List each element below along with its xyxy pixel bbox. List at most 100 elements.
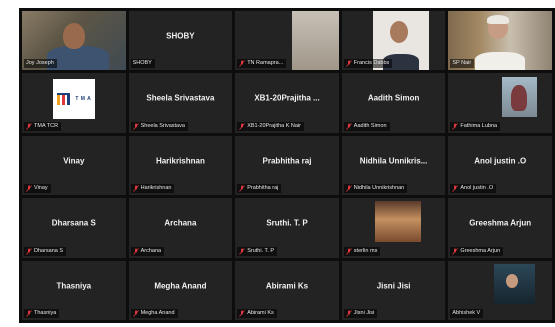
participant-tile-megha-anand[interactable]: Megha Anand Megha Anand: [128, 260, 233, 320]
participant-video: [292, 11, 339, 71]
participant-display-name: Nidhila Unnikris...: [359, 156, 428, 166]
participant-tile-nidhila-unnikrishnan[interactable]: Nidhila Unnikris... Nidhila Unnikrishnan: [341, 135, 446, 196]
participant-name-label: sterlin ms: [343, 246, 381, 256]
tma-logo-mark-icon: [57, 93, 71, 106]
participant-name-label: Anol justin .O: [450, 184, 497, 194]
participant-tile-harikrishnan[interactable]: Harikrishnan Harikrishnan: [128, 135, 233, 196]
participant-name: Harikrishnan: [140, 185, 172, 192]
participant-tile-francis-dabbs[interactable]: Francis Dabbs: [341, 11, 446, 71]
mic-muted-icon: [26, 123, 32, 130]
participant-name: Vinay: [34, 185, 48, 192]
participant-tile-aadith-simon[interactable]: Aadith Simon Aadith Simon: [341, 73, 446, 133]
participant-display-name: Aadith Simon: [367, 93, 420, 103]
participant-name: Nidhila Unnikrishnan: [353, 185, 405, 192]
participant-name: Anol justin .O: [460, 185, 494, 192]
participant-video: [493, 263, 536, 304]
participant-tile-tma-tcr[interactable]: T M A TMA TCR: [22, 73, 126, 133]
participant-tile-tn-ramapra[interactable]: TN Ramapra...: [235, 11, 339, 71]
mic-muted-icon: [452, 185, 459, 192]
participant-name: Dharsana S: [34, 247, 64, 254]
participant-name-label: SHOBY: [130, 59, 155, 69]
mic-muted-icon: [26, 247, 32, 255]
participant-name-label: XB1-20Prajitha K Nair: [237, 121, 304, 131]
participant-tile-anol-justin[interactable]: Anol justin .O Anol justin .O: [448, 135, 552, 196]
participant-name: Joy Joseph: [26, 60, 54, 67]
participant-display-name: Greeshma Arjun: [469, 218, 532, 228]
participant-display-name: Sheela Srivastava: [146, 93, 215, 103]
mic-muted-icon: [239, 310, 245, 317]
participant-name: Aadith Simon: [353, 122, 387, 129]
participant-tile-abirami-ks[interactable]: Abirami Ks Abirami Ks: [235, 260, 339, 320]
mic-muted-icon: [452, 123, 459, 130]
participant-name: TN Ramapra...: [247, 60, 284, 67]
mic-muted-icon: [345, 60, 352, 68]
participant-name-label: Francis Dabbs: [343, 59, 393, 69]
participant-display-name: Harikrishnan: [155, 156, 205, 166]
video-body: [475, 52, 526, 71]
tma-logo: T M A: [53, 79, 95, 120]
mic-muted-icon: [26, 310, 32, 317]
participant-display-name: Vinay: [63, 156, 85, 166]
participant-name-label: Nidhila Unnikrishnan: [343, 184, 408, 194]
mic-muted-icon: [26, 185, 32, 192]
participant-name-label: Harikrishnan: [130, 184, 175, 194]
participant-name: Sheela Srivastava: [140, 122, 185, 129]
participant-tile-archana[interactable]: Archana Archana: [128, 198, 233, 258]
participant-tile-dharsana-s[interactable]: Dharsana S Dharsana S: [22, 198, 126, 258]
participant-display-name: Jisni Jisi: [376, 281, 411, 291]
participant-tile-sp-nair[interactable]: SP Nair: [448, 11, 552, 71]
video-head: [389, 21, 408, 43]
participant-display-name: Thasniya: [56, 281, 92, 291]
screen: Joy Joseph SHOBY SHOBY TN Ramapra... Fra…: [0, 0, 555, 327]
participant-tile-fathima-lubna[interactable]: Fathima Lubna: [448, 73, 552, 133]
mic-muted-icon: [132, 185, 139, 192]
participant-display-name: Dharsana S: [51, 218, 96, 228]
participant-tile-jisni-jisi[interactable]: Jisni Jisi Jisni Jisi: [341, 260, 446, 320]
participant-name: SP Nair: [452, 60, 472, 67]
participant-name: Prabhitha raj: [247, 185, 279, 192]
gallery-grid: Joy Joseph SHOBY SHOBY TN Ramapra... Fra…: [19, 8, 555, 323]
participant-tile-shoby[interactable]: SHOBY SHOBY: [128, 11, 233, 71]
participant-name: XB1-20Prajitha K Nair: [247, 122, 301, 129]
participant-tile-prabhitha-raj[interactable]: Prabhitha raj Prabhitha raj: [235, 135, 339, 196]
mic-muted-icon: [132, 310, 139, 317]
mic-muted-icon: [239, 60, 245, 68]
mic-muted-icon: [345, 185, 352, 192]
participant-name: Jisni Jisi: [353, 310, 375, 316]
participant-display-name: Prabhitha raj: [262, 156, 312, 166]
participant-name-label: Abhishek V: [450, 309, 484, 318]
participant-name-label: Sruthi. T. P: [237, 246, 277, 256]
mic-muted-icon: [239, 185, 245, 192]
participant-name: Megha Anand: [140, 310, 175, 316]
participant-name-label: Aadith Simon: [343, 121, 390, 131]
participant-tile-joy-joseph[interactable]: Joy Joseph: [22, 11, 126, 71]
video-head: [506, 273, 519, 288]
participant-name: Sruthi. T. P: [247, 247, 274, 254]
participant-display-name: Anol justin .O: [474, 156, 527, 166]
participant-name: Abhishek V: [452, 310, 481, 316]
participant-name-label: Jisni Jisi: [343, 309, 378, 318]
participant-display-name: SHOBY: [166, 31, 195, 41]
participant-name-label: TN Ramapra...: [237, 59, 287, 69]
video-hair: [486, 15, 509, 24]
participant-tile-sheela-srivastava[interactable]: Sheela Srivastava Sheela Srivastava: [128, 73, 233, 133]
participant-video: [502, 77, 538, 117]
participant-name-label: Dharsana S: [24, 246, 67, 256]
participant-name: Greeshma Arjun: [460, 247, 501, 254]
participant-tile-greeshma-arjun[interactable]: Greeshma Arjun Greeshma Arjun: [448, 198, 552, 258]
participant-display-name: Megha Anand: [154, 281, 207, 291]
participant-display-name: Abirami Ks: [265, 281, 309, 291]
participant-name-label: SP Nair: [450, 59, 475, 69]
participant-tile-vinay[interactable]: Vinay Vinay: [22, 135, 126, 196]
participant-name: Fathima Lubna: [460, 122, 498, 129]
mic-muted-icon: [452, 247, 459, 255]
mic-muted-icon: [239, 123, 245, 130]
participant-tile-sruthi-tp[interactable]: Sruthi. T. P Sruthi. T. P: [235, 198, 339, 258]
participant-name-label: Thasniya: [24, 309, 60, 318]
participant-tile-abhishek-v[interactable]: Abhishek V: [448, 260, 552, 320]
participant-name: Francis Dabbs: [353, 60, 390, 67]
participant-tile-prajitha-k-nair[interactable]: XB1-20Prajitha ... XB1-20Prajitha K Nair: [235, 73, 339, 133]
participant-tile-sterlin-ms[interactable]: sterlin ms: [341, 198, 446, 258]
participant-tile-thasniya[interactable]: Thasniya Thasniya: [22, 260, 126, 320]
video-head: [63, 23, 86, 49]
